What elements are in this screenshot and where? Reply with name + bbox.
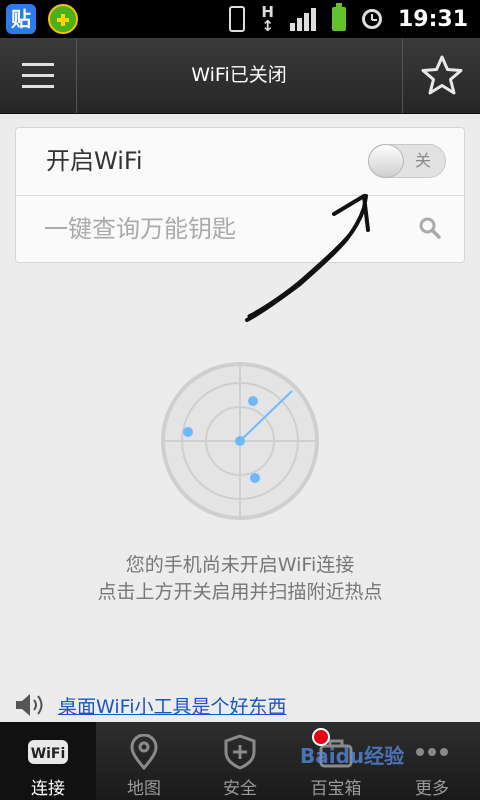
nav-label: 连接 — [31, 779, 65, 799]
search-icon[interactable] — [418, 216, 442, 240]
wifi-toggle-label: 开启WiFi — [46, 147, 143, 175]
speaker-icon — [16, 694, 43, 716]
toggle-state-text: 关 — [414, 151, 431, 170]
nav-tab-map[interactable]: 地图 — [96, 722, 192, 800]
status-time: 19:31 — [397, 6, 468, 32]
promo-link[interactable]: 桌面WiFi小工具是个好东西 — [58, 692, 286, 719]
empty-state-hint: 点击上方开关启用并扫描附近热点 — [97, 581, 383, 603]
wifi-toggle-switch[interactable]: 关 — [368, 144, 446, 178]
page-title: WiFi已关闭 — [191, 64, 287, 86]
shield-icon — [224, 734, 256, 770]
status-bar: 贴 H ↕ 19:31 — [0, 0, 480, 38]
nav-tab-connect[interactable]: WiFi 连接 — [0, 722, 96, 800]
favorite-button[interactable] — [402, 38, 480, 113]
nav-label: 更多 — [415, 779, 449, 799]
nav-label: 百宝箱 — [310, 779, 362, 799]
empty-state-message: 您的手机尚未开启WiFi连接 — [125, 554, 355, 576]
360-plus-app-icon — [48, 4, 78, 34]
svg-text:WiFi: WiFi — [31, 746, 66, 762]
wifi-card: 开启WiFi 关 — [15, 127, 465, 263]
battery-icon — [331, 3, 346, 31]
wifi-toggle-row: 开启WiFi 关 — [16, 128, 464, 196]
search-input[interactable] — [44, 196, 384, 262]
nav-label: 地图 — [127, 779, 161, 799]
promo-bar: 桌面WiFi小工具是个好东西 — [14, 690, 286, 720]
menu-button[interactable] — [0, 38, 77, 113]
tieba-app-icon: 贴 — [6, 4, 36, 34]
star-icon — [421, 55, 463, 95]
vibrate-icon — [229, 6, 246, 32]
bottom-nav: WiFi 连接 地图 安全 百宝箱 更多 — [0, 722, 480, 800]
app-header: WiFi已关闭 — [0, 38, 480, 114]
nav-tab-security[interactable]: 安全 — [192, 722, 288, 800]
wifi-icon: WiFi — [28, 740, 68, 764]
alarm-icon — [361, 9, 382, 29]
radar-icon — [161, 362, 319, 520]
watermark-text: Baidu经验 — [300, 744, 405, 768]
map-pin-icon — [130, 734, 158, 770]
nav-label: 安全 — [223, 779, 257, 799]
signal-icon — [289, 7, 316, 31]
search-row — [16, 196, 464, 262]
more-icon — [416, 748, 448, 756]
toggle-knob — [368, 144, 404, 178]
network-type-icon: H ↕ — [261, 3, 274, 35]
